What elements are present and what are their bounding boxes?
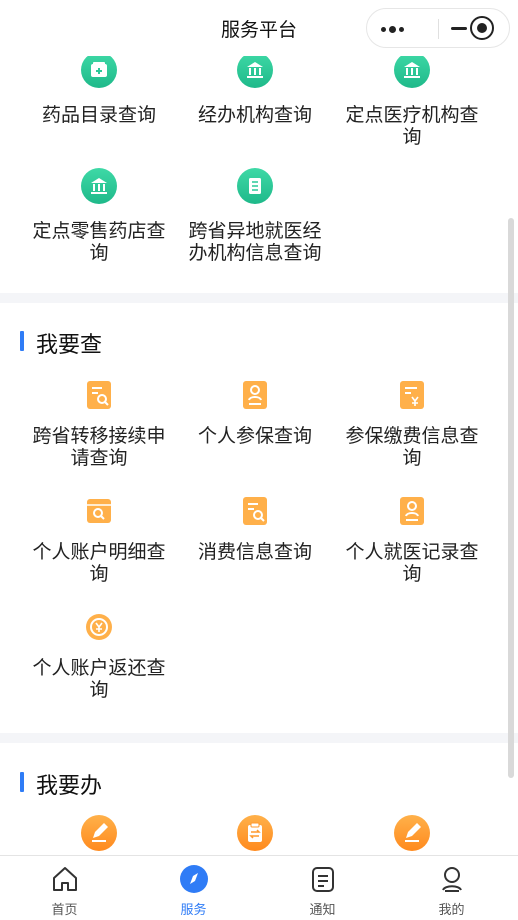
- person-doc-icon: [240, 379, 270, 411]
- query-label: 个人账户返还查询: [32, 657, 166, 701]
- service-label: 经办机构查询: [197, 104, 312, 126]
- service-item-medicine-catalog[interactable]: 药品目录查询: [14, 52, 184, 126]
- top-services-section: 药品目录查询 经办机构查询 定点医疗机构查询 定点零售药店查询 跨省异地就医经办…: [0, 40, 518, 294]
- home-icon: [50, 864, 80, 894]
- building-icon: [81, 168, 117, 204]
- compass-icon: [179, 864, 209, 894]
- tab-label: 我的: [438, 903, 465, 918]
- service-platform-page: 服务平台 药品目录查询 经办机构查询 定点医疗机构查询 定点零售药店查询 跨省异…: [0, 0, 518, 920]
- nav-header: 服务平台: [0, 0, 518, 56]
- folder-search-icon: [84, 495, 114, 527]
- edit-icon: [81, 815, 117, 851]
- tab-service[interactable]: 服务: [129, 856, 258, 920]
- query-label: 参保缴费信息查询: [345, 425, 479, 469]
- tab-mine[interactable]: 我的: [387, 856, 516, 920]
- doc-yen-icon: [397, 379, 427, 411]
- title-accent-bar: [20, 772, 24, 792]
- handle-section: 我要办: [0, 743, 518, 855]
- query-item-account-refund[interactable]: 个人账户返还查询: [14, 611, 184, 701]
- query-item-payment[interactable]: 参保缴费信息查询: [327, 379, 497, 469]
- transfer-doc-icon: [237, 815, 273, 851]
- tab-home[interactable]: 首页: [0, 856, 129, 920]
- mini-program-capsule: [366, 8, 510, 48]
- building-icon: [237, 52, 273, 88]
- title-accent-bar: [20, 331, 24, 351]
- medicine-box-icon: [81, 52, 117, 88]
- query-label: 个人就医记录查询: [345, 541, 479, 585]
- query-label: 个人参保查询: [197, 425, 312, 447]
- tab-label: 通知: [309, 903, 336, 918]
- service-item-cross-province-agency[interactable]: 跨省异地就医经办机构信息查询: [170, 168, 340, 264]
- tab-notice[interactable]: 通知: [258, 856, 387, 920]
- clipboard-icon: [308, 864, 338, 894]
- tab-label: 首页: [51, 903, 78, 918]
- list-doc-icon: [237, 168, 273, 204]
- more-menu-button[interactable]: [367, 9, 417, 47]
- handle-item[interactable]: [170, 815, 340, 851]
- service-item-medical-institution[interactable]: 定点医疗机构查询: [327, 52, 497, 148]
- scrollbar[interactable]: [508, 218, 514, 778]
- query-item-medical-record[interactable]: 个人就医记录查询: [327, 495, 497, 585]
- service-item-agency[interactable]: 经办机构查询: [170, 52, 340, 126]
- tab-label: 服务: [180, 903, 207, 918]
- service-item-pharmacy[interactable]: 定点零售药店查询: [14, 168, 184, 264]
- building-icon: [394, 52, 430, 88]
- edit-icon: [394, 815, 430, 851]
- query-item-account-detail[interactable]: 个人账户明细查询: [14, 495, 184, 585]
- section-divider: [0, 293, 518, 303]
- doc-search-icon: [240, 495, 270, 527]
- query-item-personal-insurance[interactable]: 个人参保查询: [170, 379, 340, 447]
- handle-item[interactable]: [327, 815, 497, 851]
- query-section: 我要查 跨省转移接续申请查询 个人参保查询 参保缴费信息查询 个人账户明细查询 …: [0, 303, 518, 733]
- bottom-tab-bar: 首页 服务 通知 我的: [0, 855, 518, 920]
- doc-search-icon: [84, 379, 114, 411]
- query-label: 消费信息查询: [197, 541, 312, 563]
- service-label: 药品目录查询: [41, 104, 156, 126]
- service-label: 定点零售药店查询: [32, 220, 166, 264]
- query-item-transfer[interactable]: 跨省转移接续申请查询: [14, 379, 184, 469]
- person-doc-icon: [397, 495, 427, 527]
- close-button[interactable]: [470, 16, 494, 40]
- query-label: 跨省转移接续申请查询: [32, 425, 166, 469]
- service-label: 跨省异地就医经办机构信息查询: [188, 220, 322, 264]
- query-label: 个人账户明细查询: [32, 541, 166, 585]
- query-item-consumption[interactable]: 消费信息查询: [170, 495, 340, 563]
- section-divider: [0, 733, 518, 743]
- handle-item[interactable]: [14, 815, 184, 851]
- user-icon: [437, 864, 467, 894]
- service-label: 定点医疗机构查询: [345, 104, 479, 148]
- yen-return-icon: [84, 611, 114, 643]
